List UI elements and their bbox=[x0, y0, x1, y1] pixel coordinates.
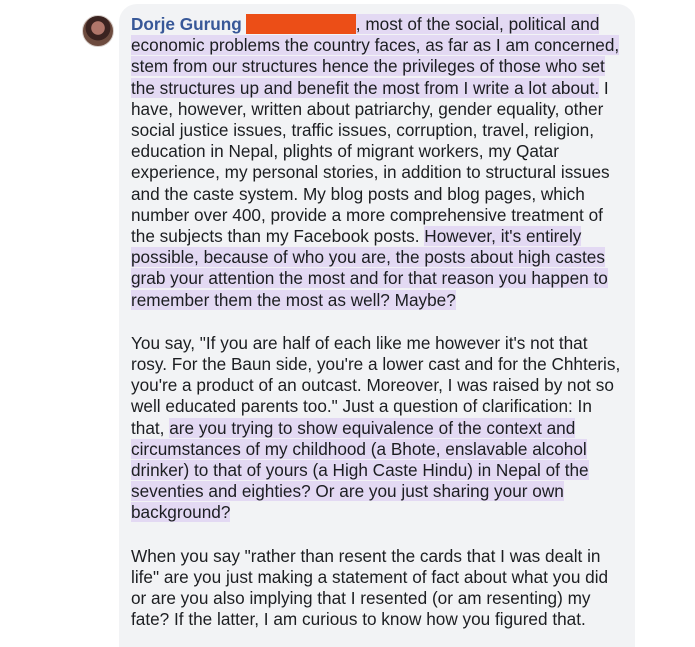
comment-text-segment: When you say "rather than resent the car… bbox=[131, 545, 609, 630]
comment-bubble: Dorje Gurung, most of the social, politi… bbox=[119, 4, 635, 647]
comment-text-segment: are you trying to show equivalence of th… bbox=[131, 417, 589, 523]
author-name-link[interactable]: Dorje Gurung bbox=[131, 14, 242, 34]
redaction-box bbox=[245, 14, 356, 34]
comment-text-segment: I have, however, written about patriarch… bbox=[131, 77, 610, 247]
comment-thread: Dorje Gurung, most of the social, politi… bbox=[0, 0, 695, 647]
comment-paragraph-2: You say, "If you are half of each like m… bbox=[131, 333, 623, 524]
comment-paragraph-1: Dorje Gurung, most of the social, politi… bbox=[131, 14, 623, 311]
comment-paragraph-3: When you say "rather than resent the car… bbox=[131, 546, 623, 631]
avatar[interactable] bbox=[82, 15, 114, 47]
